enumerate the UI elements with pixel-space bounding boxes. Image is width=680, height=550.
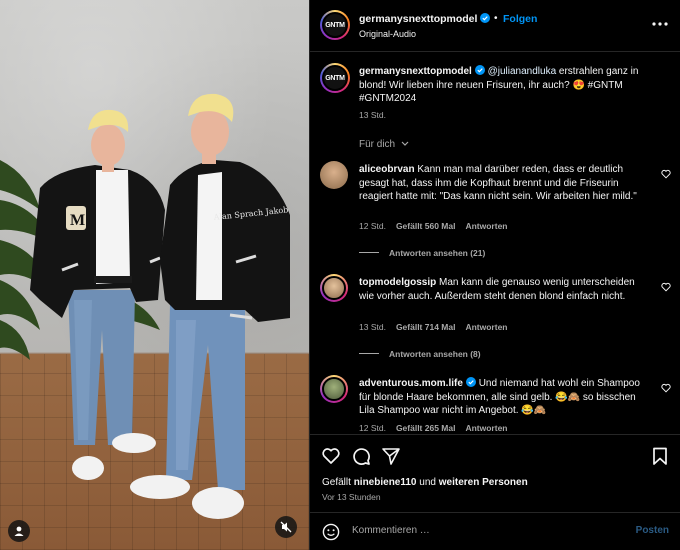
post-timestamp: Vor 13 Stunden [322, 492, 381, 502]
post-header: GNTM germanysnexttopmodel • Folgen Origi… [310, 0, 680, 52]
tag-user-button[interactable] [8, 520, 30, 542]
caption-mention[interactable]: @julianandluka [488, 66, 557, 77]
action-bar: Gefällt ninebiene110 und weiteren Person… [310, 434, 680, 512]
comment-text: adventurous.mom.life Und niemand hat woh… [359, 377, 640, 416]
caption-text: germanysnexttopmodel @julianandluka erst… [359, 65, 639, 104]
verified-icon [474, 65, 485, 75]
verified-icon [480, 13, 491, 23]
comments-list[interactable]: GNTM germanysnexttopmodel @julianandluka… [310, 53, 680, 434]
caption-avatar[interactable]: GNTM [320, 63, 350, 93]
heart-icon[interactable] [661, 169, 671, 179]
post-media[interactable]: M Alan Sprach Jakob [0, 0, 309, 550]
mute-icon [280, 521, 292, 533]
caption-time: 13 Std. [359, 110, 386, 120]
comment-meta: 12 Std. Gefällt 265 Mal Antworten [359, 423, 508, 433]
emoji-icon[interactable] [322, 523, 340, 541]
person-right: Alan Sprach Jakob [130, 93, 290, 519]
author-avatar[interactable]: GNTM [320, 10, 350, 40]
author-username[interactable]: germanysnexttopmodel [359, 13, 491, 25]
heart-icon[interactable] [661, 282, 671, 292]
commenter-avatar[interactable] [320, 161, 348, 189]
share-icon[interactable] [381, 446, 401, 466]
photo-scene: M Alan Sprach Jakob [0, 93, 290, 519]
likes-summary[interactable]: Gefällt ninebiene110 und weiteren Person… [322, 477, 528, 488]
person-left: M [30, 109, 165, 480]
jacket-patch: M [70, 212, 85, 229]
caption-username[interactable]: germanysnexttopmodel [359, 66, 472, 77]
comment-text: aliceobrvan Kann man mal darüber reden, … [359, 164, 637, 202]
view-replies-button[interactable]: Antworten ansehen (8) [359, 349, 481, 359]
comment-text: topmodelgossip Man kann die genauso weni… [359, 277, 635, 302]
heart-icon[interactable] [321, 446, 341, 466]
commenter-avatar[interactable] [320, 375, 348, 403]
separator-dot: • [494, 13, 498, 24]
heart-icon[interactable] [661, 383, 671, 393]
follow-button[interactable]: Folgen [503, 13, 537, 25]
user-tag-icon [14, 526, 24, 536]
comment-filter-dropdown[interactable]: Für dich [359, 139, 409, 150]
comment-meta: 12 Std. Gefällt 560 Mal Antworten [359, 221, 508, 231]
post-comment-button[interactable]: Posten [636, 525, 669, 536]
comment-meta: 13 Std. Gefällt 714 Mal Antworten [359, 322, 508, 332]
chevron-down-icon [401, 141, 409, 146]
comment-composer: Kommentieren … Posten [310, 512, 680, 550]
mute-button[interactable] [275, 516, 297, 538]
post-side-panel: GNTM germanysnexttopmodel • Folgen Origi… [309, 0, 680, 550]
commenter-avatar[interactable] [320, 274, 348, 302]
comment-icon[interactable] [351, 446, 371, 466]
audio-link[interactable]: Original-Audio [359, 29, 416, 39]
comment-input[interactable]: Kommentieren … [352, 525, 622, 536]
verified-icon [465, 377, 476, 387]
bookmark-icon[interactable] [650, 446, 670, 466]
more-icon[interactable] [651, 16, 669, 32]
view-replies-button[interactable]: Antworten ansehen (21) [359, 248, 485, 258]
